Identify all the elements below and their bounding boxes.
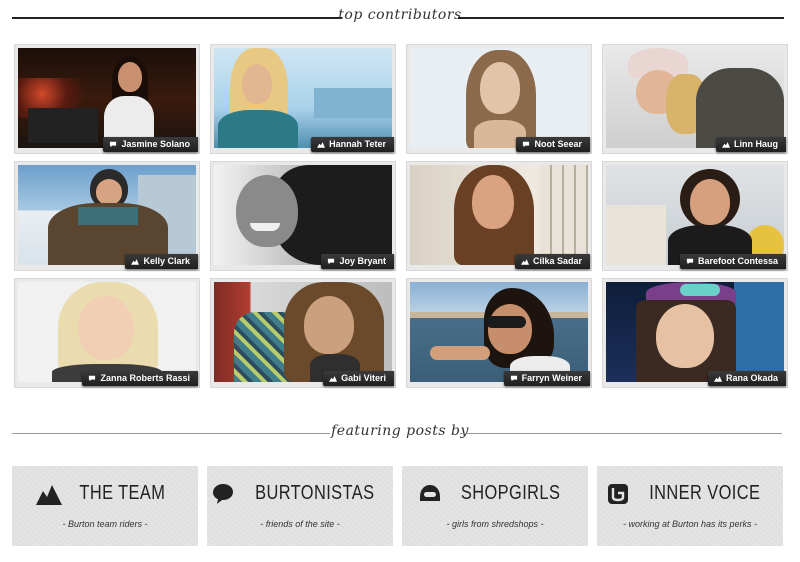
mountain-icon [329, 376, 338, 382]
contributor-name: Gabi Viteri [341, 373, 386, 383]
contributor-card-barefoot-contessa[interactable]: Barefoot Contessa [602, 161, 788, 271]
mountain-icon [722, 142, 730, 148]
feature-title-row: THE TEAM [12, 482, 198, 505]
contributor-name-tag[interactable]: Joy Bryant [321, 254, 394, 269]
mountain-icon [131, 259, 140, 265]
contributor-card-joy-bryant[interactable]: Joy Bryant [210, 161, 396, 271]
contributor-photo[interactable] [18, 282, 196, 382]
contributor-card-zanna-roberts-rassi[interactable]: Zanna Roberts Rassi [14, 278, 200, 388]
contributor-card-noot-seear[interactable]: Noot Seear [406, 44, 592, 154]
contributor-photo[interactable] [214, 48, 392, 148]
contributor-name: Noot Seear [534, 139, 582, 149]
header-rule-right [460, 433, 782, 434]
feature-the-team[interactable]: THE TEAM - Burton team riders - [12, 466, 198, 546]
featured-categories: THE TEAM - Burton team riders - BURTONIS… [12, 466, 788, 546]
contributor-photo[interactable] [410, 282, 588, 382]
contributor-card-jasmine-solano[interactable]: Jasmine Solano [14, 44, 200, 154]
contributor-photo[interactable] [410, 165, 588, 265]
contributor-name-tag[interactable]: Noot Seear [516, 137, 590, 152]
contributor-photo[interactable] [410, 48, 588, 148]
contributor-name: Barefoot Contessa [697, 256, 778, 266]
contributor-name: Jasmine Solano [121, 139, 190, 149]
contributor-card-kelly-clark[interactable]: Kelly Clark [14, 161, 200, 271]
contributor-name-tag[interactable]: Rana Okada [707, 371, 786, 386]
contributor-name-tag[interactable]: Jasmine Solano [103, 137, 198, 152]
contributor-card-farryn-weiner[interactable]: Farryn Weiner [406, 278, 592, 388]
feature-inner-voice[interactable]: INNER VOICE - working at Burton has its … [597, 466, 783, 546]
feature-title-row: BURTONISTAS [207, 482, 393, 505]
speech-bubble-icon [89, 375, 96, 382]
contributor-photo[interactable] [18, 48, 196, 148]
contributor-name-tag[interactable]: Cilka Sadar [514, 254, 590, 269]
speech-bubble-icon [686, 258, 694, 265]
mountain-icon [713, 376, 722, 382]
feature-subtitle: - friends of the site - [260, 519, 340, 529]
contributor-photo[interactable] [606, 48, 784, 148]
feature-subtitle: - working at Burton has its perks - [622, 519, 758, 529]
speech-bubble-icon [523, 141, 530, 148]
contributor-name: Cilka Sadar [532, 256, 582, 266]
feature-title: THE TEAM [79, 482, 165, 504]
top-contributors-header: top contributors [0, 2, 800, 32]
speech-bubble-icon [510, 375, 517, 382]
contributor-photo[interactable] [606, 282, 784, 382]
speech-bubble-icon [213, 483, 234, 504]
top-contributors-title: top contributors [338, 7, 462, 23]
feature-burtonistas[interactable]: BURTONISTAS - friends of the site - [207, 466, 393, 546]
contributor-name-tag[interactable]: Farryn Weiner [503, 371, 590, 386]
feature-title-row: SHOPGIRLS [402, 482, 588, 505]
featuring-posts-header: featuring posts by [0, 418, 800, 448]
contributor-name-tag[interactable]: Kelly Clark [125, 254, 198, 269]
contributor-photo[interactable] [214, 282, 392, 382]
feature-subtitle: - girls from shredshops - [446, 519, 544, 529]
feature-subtitle: - Burton team riders - [62, 519, 148, 529]
contributor-name: Linn Haug [734, 139, 778, 149]
contributor-card-cilka-sadar[interactable]: Cilka Sadar [406, 161, 592, 271]
featuring-posts-title: featuring posts by [331, 423, 469, 439]
contributor-name: Hannah Teter [329, 139, 386, 149]
contributors-grid: Jasmine Solano Hannah Teter Noot Seear L… [14, 44, 788, 396]
contributor-card-hannah-teter[interactable]: Hannah Teter [210, 44, 396, 154]
mountain-icon [35, 484, 62, 505]
contributor-name-tag[interactable]: Hannah Teter [311, 137, 394, 152]
contributor-photo[interactable] [214, 165, 392, 265]
mountain-icon [317, 142, 326, 148]
contributor-name: Kelly Clark [143, 256, 190, 266]
contributor-name: Joy Bryant [339, 256, 386, 266]
feature-title: SHOPGIRLS [461, 482, 561, 504]
contributor-name: Zanna Roberts Rassi [100, 373, 190, 383]
header-rule-right [458, 17, 784, 19]
contributor-card-rana-okada[interactable]: Rana Okada [602, 278, 788, 388]
feature-title: INNER VOICE [649, 482, 761, 504]
burton-logo-icon [608, 483, 629, 504]
contributor-photo[interactable] [18, 165, 196, 265]
contributor-card-linn-haug[interactable]: Linn Haug [602, 44, 788, 154]
contributor-name-tag[interactable]: Gabi Viteri [323, 371, 394, 386]
helmet-icon [420, 484, 441, 501]
contributor-name-tag[interactable]: Barefoot Contessa [679, 254, 786, 269]
contributor-name: Farryn Weiner [521, 373, 582, 383]
mountain-icon [520, 259, 529, 265]
speech-bubble-icon [328, 258, 335, 265]
contributor-name-tag[interactable]: Linn Haug [716, 137, 786, 152]
contributor-name: Rana Okada [725, 373, 778, 383]
feature-shopgirls[interactable]: SHOPGIRLS - girls from shredshops - [402, 466, 588, 546]
feature-title: BURTONISTAS [255, 482, 375, 504]
contributor-photo[interactable] [606, 165, 784, 265]
contributor-name-tag[interactable]: Zanna Roberts Rassi [82, 371, 198, 386]
contributor-card-gabi-viteri[interactable]: Gabi Viteri [210, 278, 396, 388]
feature-title-row: INNER VOICE [597, 482, 783, 505]
speech-bubble-icon [110, 141, 117, 148]
